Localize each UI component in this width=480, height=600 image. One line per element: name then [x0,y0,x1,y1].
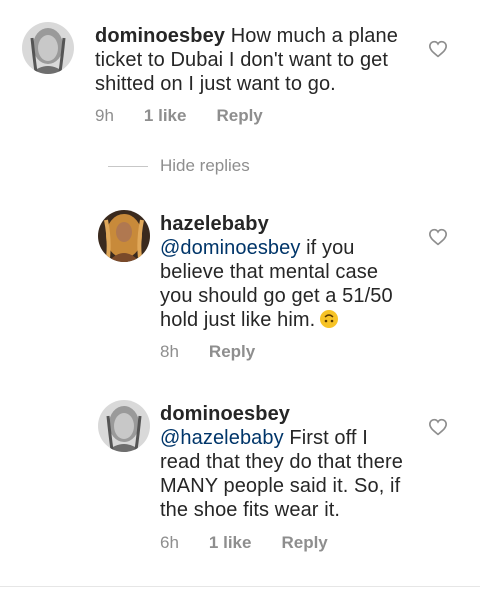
comment-meta: 6h 1 like Reply [160,533,328,553]
hide-replies-toggle[interactable]: Hide replies [108,156,250,176]
username[interactable]: dominoesbey [95,25,225,47]
reply-button[interactable]: Reply [209,342,255,362]
upside-down-face-emoji-icon [320,310,339,328]
timestamp: 9h [95,106,114,125]
hide-replies-label[interactable]: Hide replies [160,156,250,176]
comment-meta: 9h 1 like Reply [95,106,263,126]
timestamp: 8h [160,342,179,361]
mention-link[interactable]: @hazelebaby [160,427,284,449]
comment-body: dominoesbey How much a plane ticket to D… [95,24,415,96]
username[interactable]: hazelebaby [160,213,269,235]
comment-meta: 8h Reply [160,342,255,362]
comments-thread: dominoesbey How much a plane ticket to D… [0,0,480,600]
likes-count[interactable]: 1 like [144,106,187,126]
reply-button[interactable]: Reply [216,106,262,126]
username[interactable]: dominoesbey [160,403,290,425]
heart-outline-icon[interactable] [428,418,448,436]
comment-body: hazelebaby @dominoesbey if you believe t… [160,212,410,332]
heart-outline-icon[interactable] [428,40,448,58]
likes-count[interactable]: 1 like [209,533,252,553]
timestamp: 6h [160,533,179,552]
avatar[interactable] [98,210,150,262]
reply-button[interactable]: Reply [281,533,327,553]
heart-outline-icon[interactable] [428,228,448,246]
divider-line [108,165,148,167]
mention-link[interactable]: @dominoesbey [160,237,300,259]
avatar[interactable] [98,400,150,452]
comment-body: dominoesbey @hazelebaby First off I read… [160,402,410,522]
bottom-divider [0,586,480,587]
avatar[interactable] [22,22,74,74]
